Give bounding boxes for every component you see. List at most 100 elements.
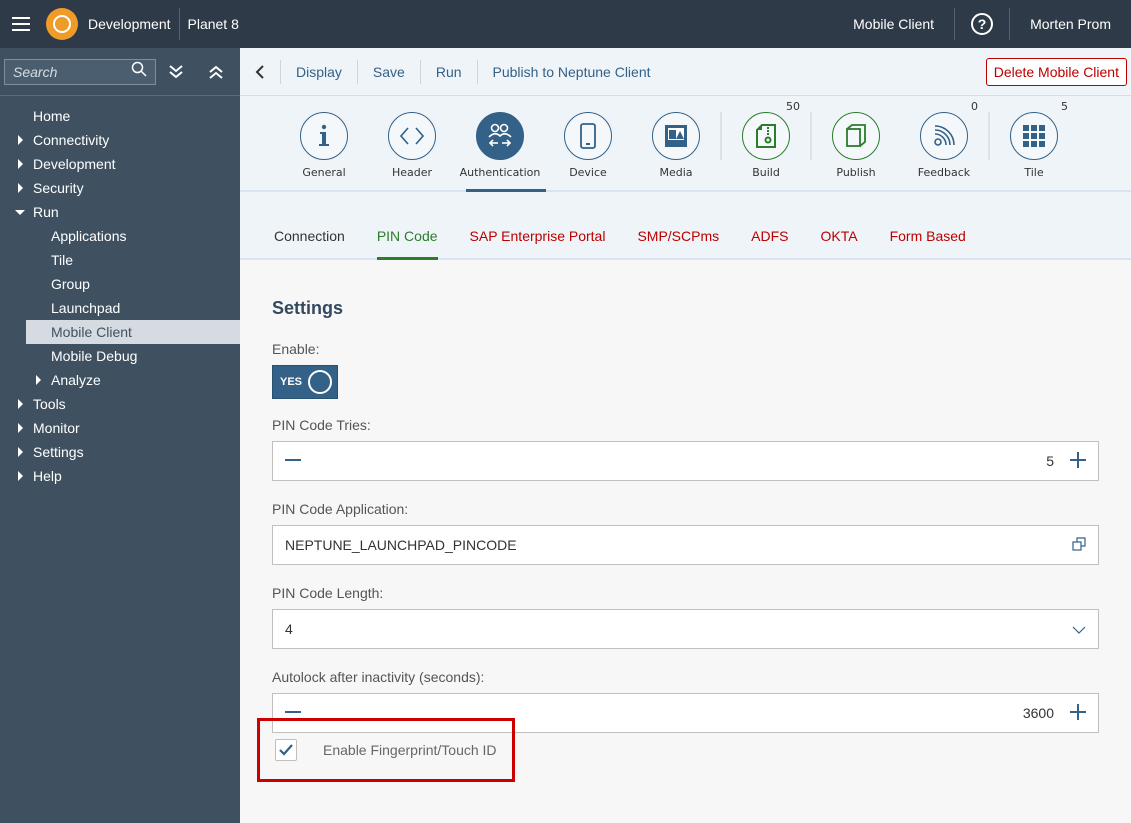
nav-item-monitor[interactable]: Monitor (0, 416, 240, 440)
nav-label: Run (33, 204, 59, 220)
pin-length-label: PIN Code Length: (272, 585, 384, 601)
nav-label: Settings (33, 444, 84, 460)
expand-arrow-icon[interactable] (18, 447, 23, 457)
nav-item-tools[interactable]: Tools (0, 392, 240, 416)
nav-item-home[interactable]: Home (0, 104, 240, 128)
increment-button[interactable] (1070, 451, 1086, 471)
icon-tab-label: Tile (1024, 166, 1044, 179)
nav-item-applications[interactable]: Applications (0, 224, 240, 248)
help-icon[interactable]: ? (971, 13, 994, 35)
expand-arrow-icon[interactable] (18, 471, 23, 481)
switch-state-text: YES (280, 376, 303, 388)
nav-label: Connectivity (33, 132, 110, 148)
expand-arrow-icon[interactable] (18, 135, 23, 145)
tab-form-based[interactable]: Form Based (890, 228, 966, 258)
nav-item-help[interactable]: Help (0, 464, 240, 488)
nav-item-run[interactable]: Run (0, 200, 240, 224)
nav-item-mobile-debug[interactable]: Mobile Debug (0, 344, 240, 368)
expand-arrow-icon[interactable] (18, 399, 23, 409)
phone-icon (564, 112, 612, 160)
expand-arrow-icon[interactable] (18, 183, 23, 193)
back-button[interactable] (240, 64, 280, 80)
navigation-tree: Home Connectivity Development Security R… (0, 96, 240, 488)
icon-tab-media[interactable]: Media (632, 96, 720, 190)
app-logo[interactable] (46, 8, 78, 40)
app-title: Development (88, 16, 171, 32)
tab-okta[interactable]: OKTA (820, 228, 857, 258)
nav-label: Mobile Debug (51, 348, 138, 364)
expand-all-button[interactable] (156, 48, 196, 96)
expand-arrow-icon[interactable] (18, 423, 23, 433)
nav-label: Security (33, 180, 84, 196)
search-icon[interactable] (131, 61, 147, 82)
nav-label: Analyze (51, 372, 101, 388)
plus-icon (1070, 703, 1086, 720)
feedback-count-badge: 0 (971, 100, 978, 113)
hamburger-menu-icon[interactable] (0, 0, 42, 48)
tab-smp-scpms[interactable]: SMP/SCPms (637, 228, 719, 258)
publish-button[interactable]: Publish to Neptune Client (478, 64, 666, 80)
icon-tab-label: Authentication (459, 166, 541, 179)
chevron-down-icon[interactable] (1072, 621, 1086, 637)
nav-item-settings[interactable]: Settings (0, 440, 240, 464)
expand-arrow-icon[interactable] (36, 375, 41, 385)
user-menu[interactable]: Morten Prom (1010, 16, 1131, 32)
main-content: Display Save Run Publish to Neptune Clie… (240, 48, 1131, 823)
pin-app-value: NEPTUNE_LAUNCHPAD_PINCODE (285, 537, 517, 553)
expand-arrow-icon[interactable] (18, 159, 23, 169)
pin-length-select[interactable]: 4 (272, 609, 1099, 649)
tab-pin-code[interactable]: PIN Code (376, 228, 438, 260)
save-button[interactable]: Save (358, 64, 420, 80)
icon-tab-build[interactable]: 50 Build (722, 96, 810, 190)
pin-tries-stepper[interactable]: 5 (272, 441, 1099, 481)
enable-switch[interactable]: YES (272, 365, 338, 399)
nav-item-launchpad[interactable]: Launchpad (0, 296, 240, 320)
decrement-button[interactable] (285, 452, 301, 471)
zip-file-icon (742, 112, 790, 160)
value-help-icon[interactable] (1072, 536, 1086, 554)
icon-tab-feedback[interactable]: 0 Feedback (900, 96, 988, 190)
auth-tab-bar: Connection PIN Code SAP Enterprise Porta… (240, 192, 1131, 260)
section-title: Settings (272, 298, 344, 318)
tab-adfs[interactable]: ADFS (751, 228, 788, 258)
search-field[interactable] (4, 58, 156, 85)
collapse-arrow-icon[interactable] (15, 209, 25, 215)
chevron-left-icon (255, 64, 264, 79)
icon-tab-header[interactable]: Header (368, 96, 456, 190)
double-chevron-down-icon (169, 64, 183, 78)
pin-app-input[interactable]: NEPTUNE_LAUNCHPAD_PINCODE (272, 525, 1099, 565)
search-input[interactable] (13, 63, 123, 80)
user-exchange-icon (476, 112, 524, 160)
icon-tab-label: Publish (836, 166, 876, 179)
nav-item-analyze[interactable]: Analyze (0, 368, 240, 392)
run-button[interactable]: Run (421, 64, 477, 80)
icon-tab-authentication[interactable]: Authentication (456, 96, 546, 192)
nav-label: Monitor (33, 420, 80, 436)
pin-tries-label: PIN Code Tries: (272, 417, 371, 433)
increment-button[interactable] (1070, 703, 1086, 723)
collapse-all-button[interactable] (196, 48, 236, 96)
fingerprint-checkbox[interactable] (275, 739, 297, 761)
pin-tries-value[interactable]: 5 (1046, 453, 1054, 469)
nav-item-development[interactable]: Development (0, 152, 240, 176)
icon-tab-tile[interactable]: 5 Tile (990, 96, 1078, 190)
nav-item-security[interactable]: Security (0, 176, 240, 200)
icon-tab-label: General (302, 166, 346, 179)
feed-icon (920, 112, 968, 160)
nav-item-connectivity[interactable]: Connectivity (0, 128, 240, 152)
nav-item-mobile-client[interactable]: Mobile Client (26, 320, 240, 344)
nav-item-tile[interactable]: Tile (0, 248, 240, 272)
icon-tab-general[interactable]: General (280, 96, 368, 190)
display-button[interactable]: Display (281, 64, 357, 80)
nav-item-group[interactable]: Group (0, 272, 240, 296)
autolock-label: Autolock after inactivity (seconds): (272, 669, 485, 685)
tab-sap-enterprise-portal[interactable]: SAP Enterprise Portal (470, 228, 606, 258)
fingerprint-label[interactable]: Enable Fingerprint/Touch ID (323, 742, 497, 758)
icon-tab-publish[interactable]: Publish (812, 96, 900, 190)
delete-mobile-client-button[interactable]: Delete Mobile Client (985, 57, 1127, 86)
tab-connection[interactable]: Connection (274, 228, 345, 258)
autolock-value[interactable]: 3600 (1023, 705, 1054, 721)
icon-tab-device[interactable]: Device (544, 96, 632, 190)
nav-label: Applications (51, 228, 127, 244)
shell-bar: Development Planet 8 Mobile Client ? Mor… (0, 0, 1131, 48)
